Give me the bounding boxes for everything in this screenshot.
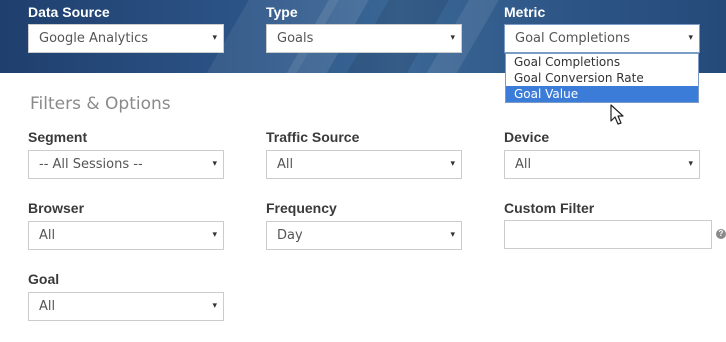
goal-value: All: [39, 299, 56, 314]
custom-filter-input[interactable]: [504, 220, 712, 249]
type-select[interactable]: Goals ▾: [266, 24, 462, 53]
traffic-source-select[interactable]: All ▾: [266, 150, 462, 179]
traffic-source-value: All: [277, 157, 294, 172]
chevron-down-icon: ▾: [212, 33, 217, 43]
segment-select[interactable]: -- All Sessions -- ▾: [28, 150, 224, 179]
data-source-select[interactable]: Google Analytics ▾: [28, 24, 224, 53]
goal-select[interactable]: All ▾: [28, 292, 224, 321]
chevron-down-icon: ▾: [688, 33, 693, 43]
frequency-select[interactable]: Day ▾: [266, 221, 462, 250]
data-source-label: Data Source: [28, 4, 110, 20]
metric-value: Goal Completions: [515, 31, 630, 46]
chevron-down-icon: ▾: [212, 159, 217, 169]
metric-option-goal-conversion-rate[interactable]: Goal Conversion Rate: [506, 70, 698, 86]
chevron-down-icon: ▾: [450, 33, 455, 43]
mouse-cursor-icon: [610, 104, 624, 125]
segment-value: -- All Sessions --: [39, 157, 143, 172]
browser-select[interactable]: All ▾: [28, 221, 224, 250]
type-label: Type: [266, 4, 298, 20]
help-icon[interactable]: ?: [716, 229, 726, 239]
metric-select[interactable]: Goal Completions ▾: [504, 24, 700, 53]
section-title: Filters & Options: [30, 94, 171, 114]
metric-option-goal-value[interactable]: Goal Value: [506, 86, 698, 102]
traffic-source-label: Traffic Source: [266, 129, 360, 145]
chevron-down-icon: ▾: [688, 159, 693, 169]
metric-dropdown-list: Goal Completions Goal Conversion Rate Go…: [505, 53, 699, 103]
type-value: Goals: [277, 31, 314, 46]
data-source-value: Google Analytics: [39, 31, 149, 46]
frequency-label: Frequency: [266, 200, 337, 216]
segment-label: Segment: [28, 129, 88, 145]
custom-filter-label: Custom Filter: [504, 200, 595, 216]
metric-option-goal-completions[interactable]: Goal Completions: [506, 54, 698, 70]
chevron-down-icon: ▾: [450, 230, 455, 240]
device-value: All: [515, 157, 532, 172]
browser-value: All: [39, 228, 56, 243]
goal-label: Goal: [28, 271, 60, 287]
device-select[interactable]: All ▾: [504, 150, 700, 179]
browser-label: Browser: [28, 200, 85, 216]
chevron-down-icon: ▾: [212, 230, 217, 240]
chevron-down-icon: ▾: [450, 159, 455, 169]
frequency-value: Day: [277, 228, 303, 243]
device-label: Device: [504, 129, 550, 145]
chevron-down-icon: ▾: [212, 301, 217, 311]
metric-label: Metric: [504, 4, 546, 20]
